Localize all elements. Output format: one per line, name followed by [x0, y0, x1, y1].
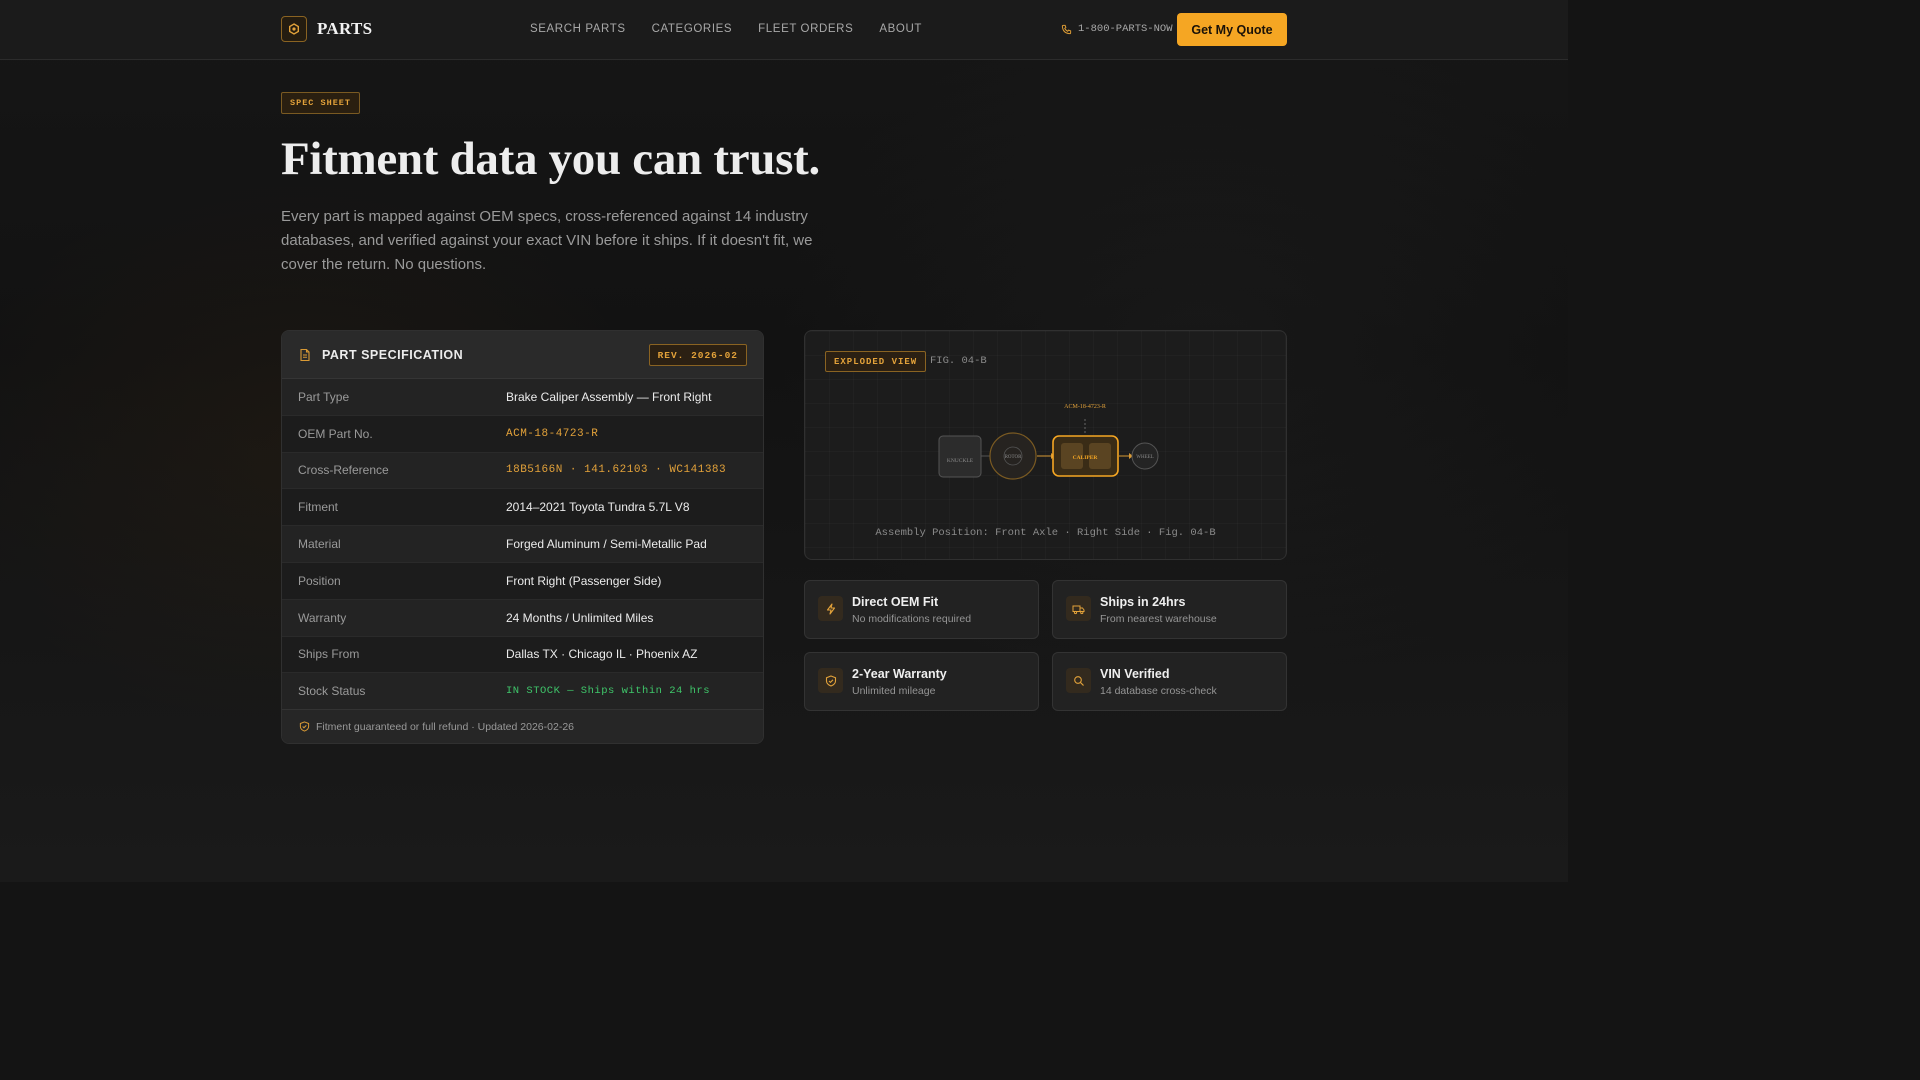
feature-subtitle: 14 database cross-check	[1100, 685, 1217, 697]
feature-title: 2-Year Warranty	[852, 667, 947, 681]
search-icon	[1066, 668, 1091, 693]
feature-title: VIN Verified	[1100, 667, 1170, 681]
spec-label: Stock Status	[298, 684, 366, 699]
logo-icon[interactable]	[281, 16, 307, 42]
caliper-label: CALIPER	[1073, 455, 1099, 461]
spec-row-part-type: Part Type Brake Caliper Assembly — Front…	[282, 379, 763, 416]
phone-link[interactable]: 1-800-PARTS-NOW	[1061, 23, 1173, 35]
spec-label: Warranty	[298, 610, 347, 625]
caliper-part-number: ACM-18-4723-R	[1064, 404, 1106, 410]
hero-description: Every part is mapped against OEM specs, …	[281, 208, 813, 273]
spec-title: PART SPECIFICATION	[322, 347, 464, 362]
nav-search-parts[interactable]: SEARCH PARTS	[530, 23, 626, 35]
knuckle-node[interactable]: KNUCKLE	[938, 435, 982, 478]
spec-value: 24 Months / Unlimited Miles	[506, 610, 654, 625]
spec-value: Front Right (Passenger Side)	[506, 573, 662, 588]
spec-row-oem-part-no: OEM Part No. ACM-18-4723-R	[282, 415, 763, 453]
wheel-node[interactable]: WHEEL	[1131, 442, 1159, 470]
shield-icon	[818, 668, 843, 693]
spec-sheet-badge: SPEC SHEET	[281, 92, 361, 114]
knuckle-label: KNUCKLE	[947, 458, 974, 464]
feature-2-year-warranty: 2-Year Warranty Unlimited mileage	[804, 652, 1039, 711]
feature-subtitle: Unlimited mileage	[852, 685, 936, 697]
spec-row-position: Position Front Right (Passenger Side)	[282, 562, 763, 600]
phone-number: 1-800-PARTS-NOW	[1078, 23, 1173, 35]
spec-label: Material	[298, 537, 341, 552]
revision-badge: REV. 2026-02	[648, 344, 747, 366]
spec-row-stock-status: Stock Status IN STOCK — Ships within 24 …	[282, 673, 763, 711]
exploded-view-card: EXPLODED VIEW FIG. 04-B KNUCKLE ROTOR CA…	[804, 330, 1287, 560]
stock-status: IN STOCK — Ships within 24 hrs	[506, 685, 711, 698]
spec-label: Part Type	[298, 389, 350, 404]
spec-value: Dallas TX · Chicago IL · Phoenix AZ	[506, 647, 698, 662]
spec-row-fitment: Fitment 2014–2021 Toyota Tundra 5.7L V8	[282, 489, 763, 527]
feature-direct-oem-fit: Direct OEM Fit No modifications required	[804, 580, 1039, 639]
spec-table: Part Type Brake Caliper Assembly — Front…	[282, 379, 763, 711]
spec-footer-text: Fitment guaranteed or full refund · Upda…	[316, 720, 574, 733]
assembly-caption: Assembly Position: Front Axle · Right Si…	[875, 527, 1216, 539]
top-navigation-bar: PARTS SEARCH PARTS CATEGORIES FLEET ORDE…	[0, 0, 1568, 60]
cross-reference-numbers[interactable]: 18B5166N · 141.62103 · WC141383	[506, 464, 726, 476]
spec-footer: Fitment guaranteed or full refund · Upda…	[282, 709, 763, 743]
spec-header: PART SPECIFICATION REV. 2026-02	[282, 331, 763, 379]
spec-label: Position	[298, 573, 341, 588]
feature-ships-24hrs: Ships in 24hrs From nearest warehouse	[1052, 580, 1287, 639]
spec-row-warranty: Warranty 24 Months / Unlimited Miles	[282, 599, 763, 637]
spec-row-ships-from: Ships From Dallas TX · Chicago IL · Phoe…	[282, 636, 763, 674]
caliper-node[interactable]: CALIPER	[1052, 435, 1119, 477]
spec-label: Fitment	[298, 500, 339, 515]
spec-label: Ships From	[298, 647, 360, 662]
nav-categories[interactable]: CATEGORIES	[652, 23, 733, 35]
truck-icon	[1066, 596, 1091, 621]
spec-row-cross-reference: Cross-Reference 18B5166N · 141.62103 · W…	[282, 452, 763, 490]
feature-title: Direct OEM Fit	[852, 595, 939, 609]
spec-value: 2014–2021 Toyota Tundra 5.7L V8	[506, 500, 690, 515]
part-specification-card: PART SPECIFICATION REV. 2026-02 Part Typ…	[281, 330, 764, 744]
rotor-node[interactable]: ROTOR	[989, 432, 1037, 480]
logo-text[interactable]: PARTS	[317, 19, 372, 39]
phone-icon	[1061, 24, 1072, 34]
page-title: Fitment data you can trust.	[281, 133, 820, 185]
shield-check-icon	[299, 721, 310, 732]
feature-vin-verified: VIN Verified 14 database cross-check	[1052, 652, 1287, 711]
nav-about[interactable]: ABOUT	[879, 23, 922, 35]
get-quote-button[interactable]: Get My Quote	[1177, 13, 1287, 46]
spec-value: Brake Caliper Assembly — Front Right	[506, 389, 712, 404]
spec-value: Forged Aluminum / Semi-Metallic Pad	[506, 537, 707, 552]
spec-row-material: Material Forged Aluminum / Semi-Metallic…	[282, 526, 763, 563]
wheel-label: WHEEL	[1136, 455, 1154, 460]
document-icon	[300, 348, 310, 361]
feature-title: Ships in 24hrs	[1100, 595, 1186, 609]
feature-subtitle: No modifications required	[852, 613, 972, 625]
nav-fleet-orders[interactable]: FLEET ORDERS	[758, 23, 853, 35]
feature-subtitle: From nearest warehouse	[1100, 613, 1217, 625]
main-nav: SEARCH PARTS CATEGORIES FLEET ORDERS ABO…	[530, 23, 922, 35]
oem-part-number[interactable]: ACM-18-4723-R	[506, 428, 598, 440]
rotor-label: ROTOR	[1005, 455, 1023, 460]
spec-label: OEM Part No.	[298, 426, 373, 441]
bolt-icon	[818, 596, 843, 621]
exploded-diagram: KNUCKLE ROTOR CALIPER ACM-18-4723-R WHEE…	[938, 404, 1159, 480]
spec-label: Cross-Reference	[298, 463, 389, 478]
